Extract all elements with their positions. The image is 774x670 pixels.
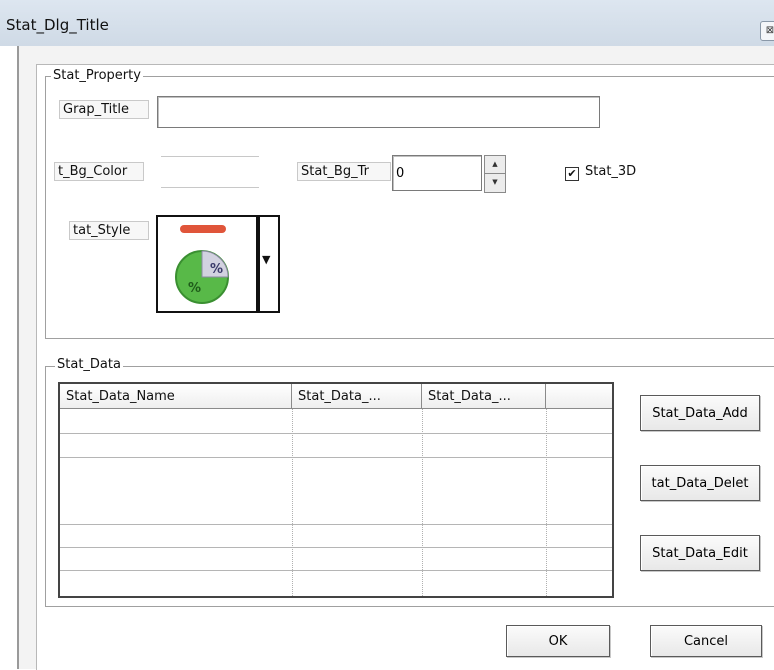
property-group-label: Stat_Property: [51, 68, 143, 83]
column-header-value-2[interactable]: Stat_Data_...: [422, 384, 546, 409]
bg-trans-label: Stat_Bg_Tr: [297, 162, 391, 181]
column-header-extra[interactable]: [546, 384, 612, 409]
spin-up-icon[interactable]: ▲: [485, 156, 505, 174]
svg-text:%: %: [188, 281, 201, 296]
column-divider: [546, 409, 547, 596]
cancel-button[interactable]: Cancel: [650, 625, 762, 657]
data-table[interactable]: Stat_Data_Name Stat_Data_... Stat_Data_.…: [58, 382, 614, 598]
style-label: tat_Style: [69, 221, 149, 240]
column-divider: [422, 409, 423, 596]
pie-percent-icon: % %: [175, 225, 229, 304]
window-title: Stat_Dlg_Title: [6, 16, 109, 34]
bg-trans-input[interactable]: [392, 155, 482, 191]
bg-color-label: t_Bg_Color: [54, 162, 144, 181]
table-row[interactable]: [60, 457, 612, 458]
title-bar: Stat_Dlg_Title ⊠: [0, 0, 774, 46]
edit-data-button[interactable]: Stat_Data_Edit: [640, 535, 760, 571]
stat-3d-checkbox[interactable]: ✔: [565, 167, 579, 181]
chart-style-preview[interactable]: % %: [156, 215, 258, 313]
stat-3d-label: Stat_3D: [585, 164, 637, 179]
column-header-value-1[interactable]: Stat_Data_...: [292, 384, 422, 409]
bg-trans-spinner[interactable]: ▲ ▼: [484, 155, 506, 193]
table-row[interactable]: [60, 547, 612, 548]
bg-color-swatch[interactable]: [161, 156, 259, 188]
table-row[interactable]: [60, 570, 612, 571]
spin-down-icon[interactable]: ▼: [485, 174, 505, 191]
graph-title-input[interactable]: [157, 96, 600, 128]
delete-data-button[interactable]: tat_Data_Delet: [640, 465, 760, 501]
table-row[interactable]: [60, 524, 612, 525]
chevron-down-icon: ▼: [262, 253, 271, 266]
ok-button[interactable]: OK: [506, 625, 610, 657]
table-row[interactable]: [60, 433, 612, 434]
column-header-name[interactable]: Stat_Data_Name: [60, 384, 292, 409]
add-data-button[interactable]: Stat_Data_Add: [640, 395, 760, 431]
graph-title-label: Grap_Title: [59, 100, 149, 119]
data-group-label: Stat_Data: [55, 357, 123, 372]
chart-style-dropdown[interactable]: ▼: [258, 215, 280, 313]
column-divider: [292, 409, 293, 596]
close-button[interactable]: ⊠: [760, 21, 774, 41]
svg-text:%: %: [210, 262, 223, 277]
